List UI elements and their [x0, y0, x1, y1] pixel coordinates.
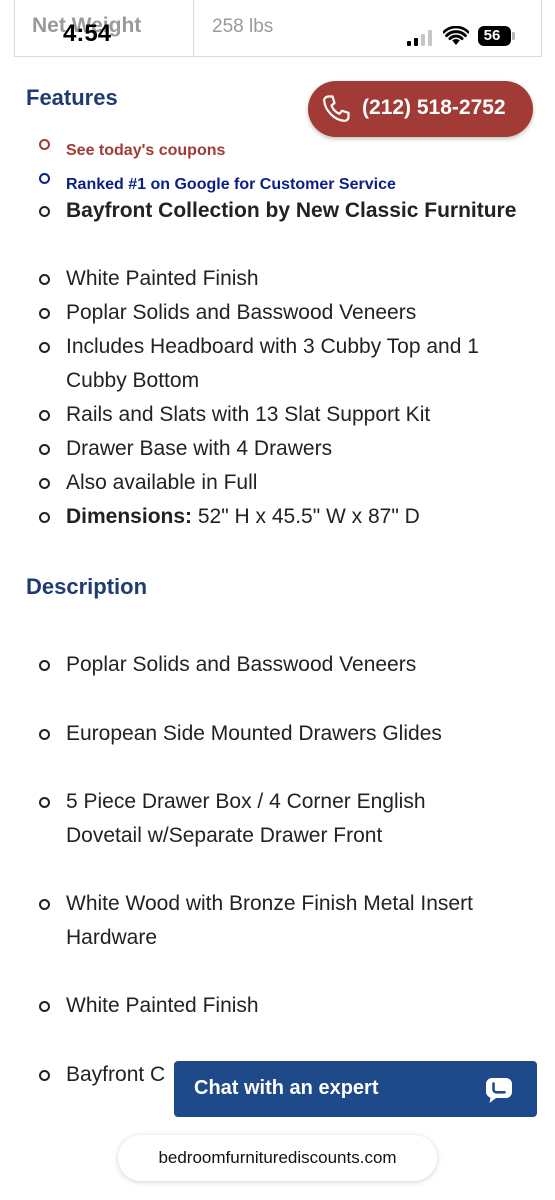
- description-item: White Wood with Bronze Finish Metal Inse…: [66, 892, 473, 949]
- feature-item: Poplar Solids and Basswood Veneers: [66, 301, 417, 324]
- call-number: (212) 518-2752: [362, 96, 506, 119]
- bullet-marker: [39, 206, 50, 217]
- bullet-marker: [39, 410, 50, 421]
- bullet-marker: [39, 1001, 50, 1012]
- battery-level: 56: [483, 27, 501, 44]
- description-item: Poplar Solids and Basswood Veneers: [66, 653, 417, 676]
- bullet-marker: [39, 274, 50, 285]
- table-divider: [193, 0, 194, 56]
- dimensions-item: Dimensions: 52" H x 45.5" W x 87" D: [66, 500, 536, 534]
- cellular-signal-icon: [407, 30, 433, 46]
- description-heading: Description: [26, 574, 148, 599]
- bullet-marker: [39, 342, 50, 353]
- chat-label: Chat with an expert: [194, 1077, 379, 1099]
- bullet-marker: [39, 1070, 50, 1081]
- feature-item: Bayfront Collection by New Classic Furni…: [66, 199, 517, 222]
- battery-tip: [512, 32, 515, 40]
- dimensions-label: Dimensions:: [66, 505, 193, 528]
- feature-item: Includes Headboard with 3 Cubby Top and …: [66, 335, 479, 392]
- features-heading: Features: [26, 85, 118, 110]
- feature-item: Also available in Full: [66, 471, 258, 494]
- description-item: 5 Piece Drawer Box / 4 Corner English Do…: [66, 790, 426, 847]
- browser-url-bar[interactable]: bedroomfurniturediscounts.com: [118, 1135, 437, 1181]
- feature-item: White Painted Finish: [66, 267, 259, 290]
- bullet-marker: [39, 899, 50, 910]
- bullet-marker: [39, 444, 50, 455]
- wifi-icon: [443, 26, 469, 45]
- coupons-link[interactable]: See today's coupons: [66, 142, 225, 159]
- battery-icon: 56: [478, 26, 511, 46]
- phone-icon: [323, 95, 350, 122]
- dimensions-value: 52" H x 45.5" W x 87" D: [197, 505, 420, 528]
- bullet-marker: [39, 797, 50, 808]
- chat-bubble-icon: [486, 1078, 512, 1103]
- bullet-marker: [39, 173, 50, 184]
- bullet-marker: [39, 660, 50, 671]
- call-phone-button[interactable]: (212) 518-2752: [308, 81, 533, 137]
- coupons-link-item: See today's coupons: [66, 132, 536, 166]
- bullet-marker: [39, 308, 50, 319]
- status-time: 4:54: [63, 20, 112, 47]
- bullet-marker: [39, 729, 50, 740]
- spec-value: 258 lbs: [212, 16, 274, 37]
- bullet-marker: [39, 512, 50, 523]
- url-text: bedroomfurniturediscounts.com: [158, 1148, 397, 1167]
- ranked-link[interactable]: Ranked #1 on Google for Customer Service: [66, 176, 396, 193]
- description-item: White Painted Finish: [66, 994, 259, 1017]
- bullet-marker: [39, 478, 50, 489]
- bullet-marker: [39, 139, 50, 150]
- feature-item: Rails and Slats with 13 Slat Support Kit: [66, 403, 431, 426]
- feature-item: Drawer Base with 4 Drawers: [66, 437, 333, 460]
- chat-with-expert-button[interactable]: Chat with an expert: [174, 1061, 537, 1117]
- description-item: European Side Mounted Drawers Glides: [66, 722, 442, 745]
